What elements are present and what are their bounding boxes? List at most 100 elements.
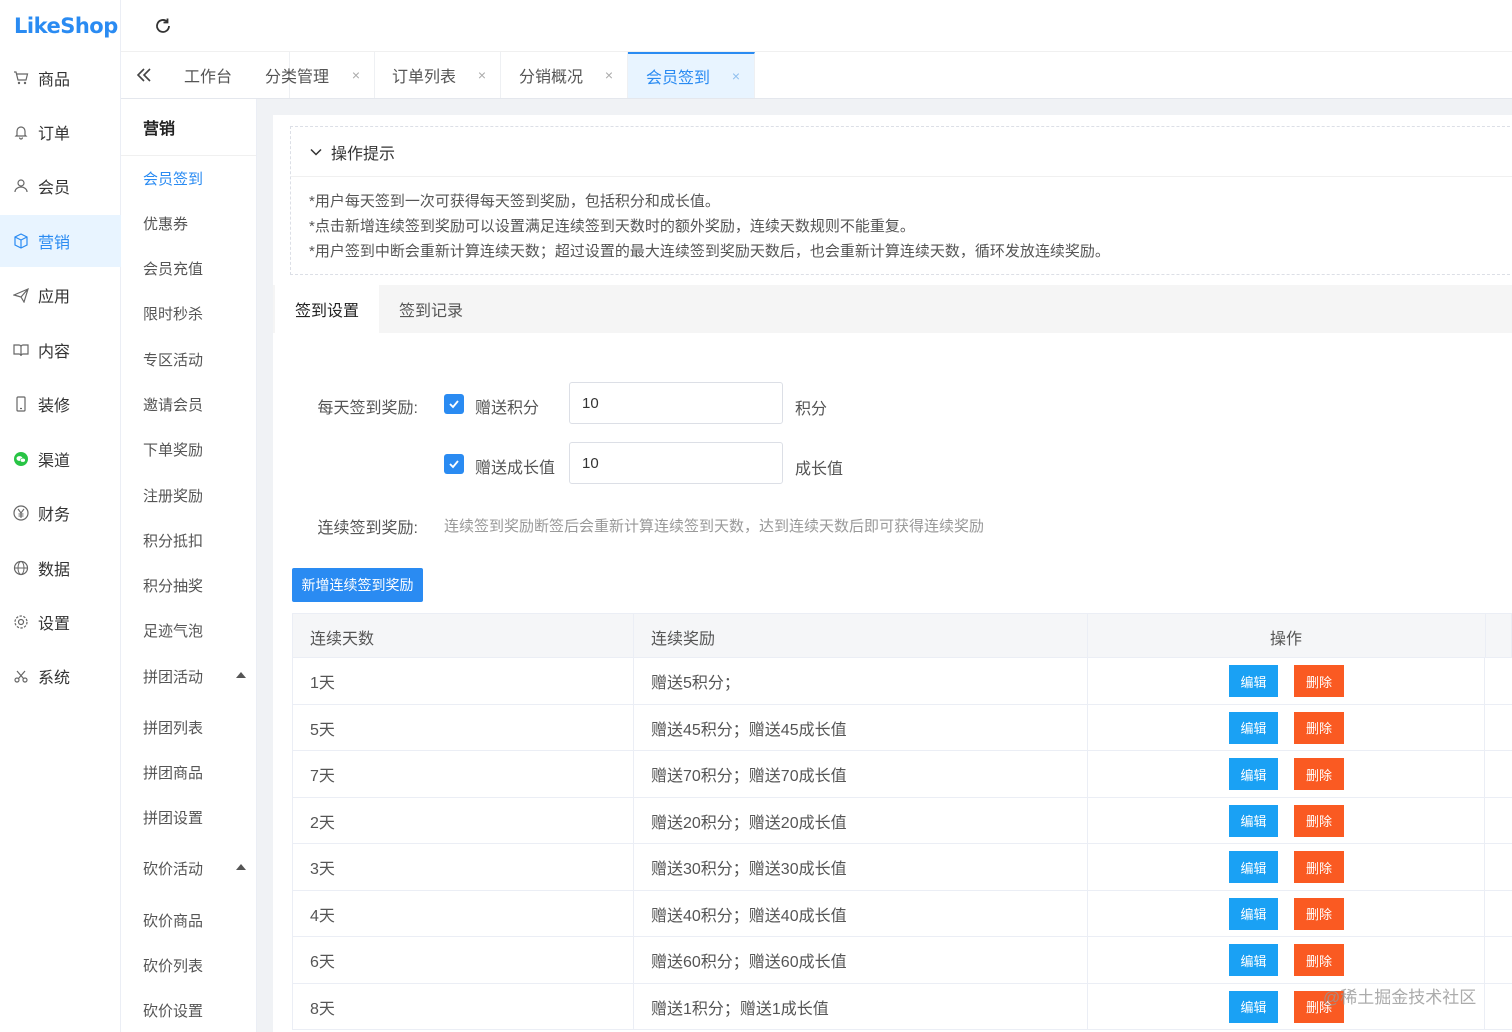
edit-button[interactable]: 编辑 [1229,711,1278,744]
close-icon[interactable]: × [478,67,486,83]
points-input[interactable]: 10 [569,382,783,424]
column-divider [1484,797,1485,843]
tab-member-signin[interactable]: 会员签到 × [628,52,755,98]
sidebar-item-goods[interactable]: 商品 [0,52,121,104]
column-divider [1087,704,1088,750]
close-icon[interactable]: × [352,67,360,83]
table-body: 1天 赠送5积分； 编辑 删除 5天 赠送45积分；赠送45成长值 编辑 删除 7天 赠送70积分… [292,658,1512,1030]
points-checkbox-label[interactable]: 赠送积分 [475,394,539,418]
submenu-item[interactable]: 砍价商品 [121,900,256,940]
sidebar-item-content[interactable]: 内容 [0,324,121,376]
points-unit: 积分 [795,401,828,418]
tab-label: 工作台 [184,69,233,86]
growth-input[interactable]: 10 [569,442,783,484]
add-continuous-reward-button[interactable]: 新增连续签到奖励 [292,568,423,602]
growth-checkbox[interactable] [444,454,464,474]
submenu-item[interactable]: 拼团列表 [121,707,256,747]
watermark: @稀土掘金技术社区 [1323,988,1477,1007]
close-icon[interactable]: × [605,67,613,83]
submenu-title: 营销 [121,99,256,156]
tab-orders[interactable]: 订单列表 × [374,52,501,98]
submenu-item[interactable]: 优惠券 [121,203,256,243]
tab-signin-settings[interactable]: 签到设置 [275,285,379,333]
edit-button[interactable]: 编辑 [1229,851,1278,883]
submenu-item[interactable]: 下单奖励 [121,429,256,469]
cell-reward: 赠送20积分；赠送20成长值 [651,814,847,832]
sidebar-item-data[interactable]: 数据 [0,542,121,594]
sidebar-item-members[interactable]: 会员 [0,160,121,212]
column-divider [1087,751,1088,797]
submenu-item[interactable]: 注册奖励 [121,475,256,515]
tips-header[interactable]: 操作提示 [291,127,1512,177]
delete-button[interactable]: 删除 [1294,711,1344,744]
edit-button[interactable]: 编辑 [1229,758,1278,790]
column-divider [1484,844,1485,890]
double-chevron-left-icon[interactable] [133,64,155,86]
column-divider [633,704,634,750]
sidebar-item-label: 系统 [38,670,71,687]
tab-category[interactable]: 分类管理 × [247,52,375,98]
edit-button[interactable]: 编辑 [1229,804,1278,837]
main-sidebar: LikeShop 商品 订单 会员 营销 应用 内容 装修 渠道 财务 数据 设… [0,0,121,1032]
check-icon [449,460,459,469]
delete-button[interactable]: 删除 [1294,758,1344,790]
cell-reward: 赠送45积分；赠送45成长值 [651,721,847,739]
submenu-item[interactable]: 砍价设置 [121,990,256,1030]
submenu-item[interactable]: 拼团商品 [121,752,256,792]
table-header: 连续天数 连续奖励 操作 [292,613,1512,658]
cell-reward: 赠送70积分；赠送70成长值 [651,768,847,785]
edit-button[interactable]: 编辑 [1229,897,1278,930]
sidebar-item-system[interactable]: 系统 [0,650,121,702]
growth-checkbox-label[interactable]: 赠送成长值 [475,454,555,478]
sidebar-item-orders[interactable]: 订单 [0,106,121,158]
edit-button[interactable]: 编辑 [1229,665,1278,697]
yen-icon [12,504,30,522]
submenu-item[interactable]: 限时秒杀 [121,293,256,333]
sidebar-item-settings[interactable]: 设置 [0,596,121,648]
sidebar-item-channel[interactable]: 渠道 [0,433,121,485]
column-divider [1484,658,1485,704]
submenu-item[interactable]: 邀请会员 [121,384,256,424]
tab-label: 订单列表 [392,69,457,86]
sidebar-item-finance[interactable]: 财务 [0,487,121,539]
submenu-item[interactable]: 会员签到 [121,158,256,198]
tip-line: *用户签到中断会重新计算连续天数；超过设置的最大连续签到奖励天数后，也会重新计算… [309,243,1110,260]
close-icon[interactable]: × [732,68,740,84]
points-checkbox[interactable] [444,394,464,414]
sidebar-item-apps[interactable]: 应用 [0,269,121,321]
sidebar-item-label: 内容 [38,344,71,361]
delete-button[interactable]: 删除 [1294,804,1344,837]
sidebar-item-decoration[interactable]: 装修 [0,378,121,430]
column-divider [1087,844,1088,890]
column-divider [1484,751,1485,797]
refresh-icon[interactable] [151,14,175,38]
column-divider [1087,797,1088,843]
table-row: 6天 赠送60积分；赠送60成长值 编辑 删除 [292,937,1512,984]
submenu-item[interactable]: 砍价列表 [121,945,256,985]
column-divider [1087,614,1088,657]
submenu-group-groupbuy[interactable]: 拼团活动 [121,656,256,696]
delete-button[interactable]: 删除 [1294,851,1344,883]
sidebar-item-marketing[interactable]: 营销 [0,215,121,267]
submenu-item[interactable]: 积分抵扣 [121,520,256,560]
submenu-item[interactable]: 足迹气泡 [121,610,256,650]
submenu-item[interactable]: 会员充值 [121,248,256,288]
tab-signin-records[interactable]: 签到记录 [379,285,483,333]
sidebar-item-label: 财务 [38,507,71,524]
delete-button[interactable]: 删除 [1294,897,1344,930]
sidebar-item-label: 装修 [38,398,71,415]
submenu-group-bargain[interactable]: 砍价活动 [121,848,256,888]
column-header-reward: 连续奖励 [651,630,716,648]
edit-button[interactable]: 编辑 [1229,990,1278,1023]
delete-button[interactable]: 删除 [1294,665,1344,697]
logo[interactable]: LikeShop [0,0,120,52]
submenu-item[interactable]: 积分抽奖 [121,565,256,605]
delete-button[interactable]: 删除 [1294,944,1344,976]
submenu-item[interactable]: 拼团设置 [121,797,256,837]
submenu-item[interactable]: 专区活动 [121,339,256,379]
tab-distribution[interactable]: 分销概况 × [501,52,628,98]
cell-days: 6天 [310,954,335,971]
edit-button[interactable]: 编辑 [1229,944,1278,976]
check-icon [449,400,459,409]
table-row: 5天 赠送45积分；赠送45成长值 编辑 删除 [292,704,1512,751]
